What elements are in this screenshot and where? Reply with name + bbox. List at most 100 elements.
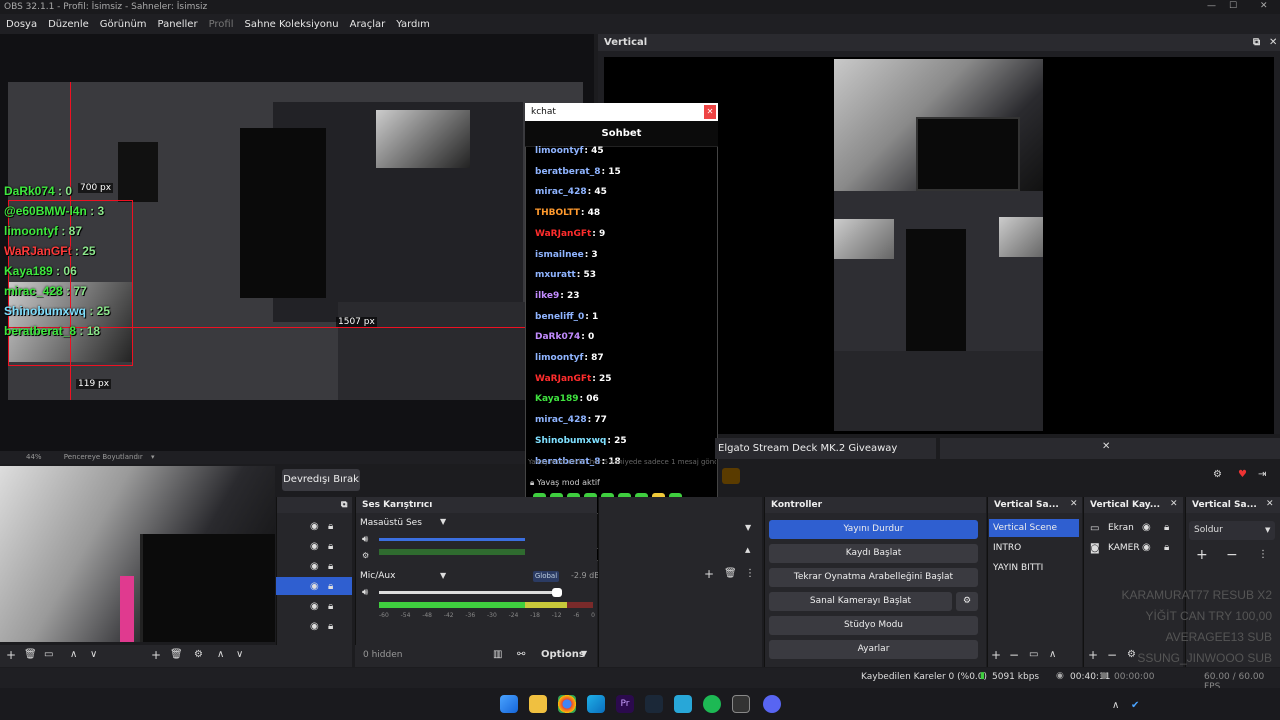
- speaker-icon[interactable]: 🔊︎: [362, 534, 368, 545]
- layout-icon[interactable]: ▥: [493, 649, 502, 660]
- float-icon[interactable]: ⧉: [1253, 34, 1260, 51]
- lock-icon[interactable]: 🔒︎: [328, 561, 333, 572]
- up-icon[interactable]: ∧: [217, 649, 224, 660]
- discord-icon[interactable]: [763, 695, 781, 713]
- stop-stream-button[interactable]: Yayını Durdur: [769, 520, 978, 539]
- close-icon[interactable]: ✕: [1102, 441, 1110, 452]
- chat-username[interactable]: limoontyf: [535, 353, 583, 363]
- menu-araclar[interactable]: Araçlar: [350, 19, 386, 30]
- start-replay-buffer-button[interactable]: Tekrar Oynatma Arabelleğini Başlat: [769, 568, 978, 587]
- transition-select[interactable]: Soldur ▼: [1189, 521, 1275, 540]
- gear-icon[interactable]: ⚙: [956, 592, 978, 611]
- scene-item[interactable]: YAYIN BITTI: [993, 563, 1043, 573]
- eye-icon[interactable]: ◉: [310, 621, 319, 632]
- chat-username[interactable]: WaRJanGFt: [535, 374, 591, 384]
- lock-icon[interactable]: 🔒︎: [1164, 542, 1169, 553]
- menu-gorunum[interactable]: Görünüm: [100, 19, 147, 30]
- studio-mode-button[interactable]: Stüdyo Modu: [769, 616, 978, 635]
- chat-username[interactable]: WaRJanGFt: [535, 229, 591, 239]
- down-icon[interactable]: ∨: [90, 649, 97, 660]
- eye-icon[interactable]: ◉: [310, 581, 319, 592]
- menu-paneller[interactable]: Paneller: [158, 19, 198, 30]
- menu-profil[interactable]: Profil: [209, 19, 234, 30]
- add-icon[interactable]: +: [704, 567, 714, 581]
- menu-yardim[interactable]: Yardım: [396, 19, 430, 30]
- eye-icon[interactable]: ◉: [310, 561, 319, 572]
- close-icon[interactable]: ✕: [1260, 1, 1268, 11]
- tray-chevron-icon[interactable]: ∧: [1112, 700, 1119, 711]
- more-icon[interactable]: ⋮: [745, 568, 755, 579]
- chat-username[interactable]: Kaya189: [535, 394, 579, 404]
- slider-handle[interactable]: [552, 588, 562, 597]
- chat-username[interactable]: ismailnee: [535, 250, 584, 260]
- obs-icon[interactable]: [732, 695, 750, 713]
- chat-username[interactable]: beneliff_0: [535, 312, 584, 322]
- filter-icon[interactable]: ▭: [1029, 649, 1038, 660]
- close-icon[interactable]: ✕: [704, 105, 716, 119]
- chrome-icon[interactable]: [558, 695, 576, 713]
- exit-icon[interactable]: ⇥: [1258, 469, 1266, 480]
- chat-username[interactable]: mirac_428: [535, 415, 587, 425]
- speaker-icon[interactable]: 🔊︎: [362, 587, 368, 598]
- scene-item[interactable]: INTRO: [993, 543, 1021, 553]
- hidden-count[interactable]: 0 hidden: [363, 650, 402, 660]
- chat-username[interactable]: mxuratt: [535, 270, 576, 280]
- trash-icon[interactable]: 🗑︎: [24, 649, 37, 660]
- close-icon[interactable]: ✕: [1269, 34, 1277, 51]
- eye-icon[interactable]: ◉: [1142, 542, 1151, 553]
- source-item[interactable]: KAMER: [1108, 543, 1140, 553]
- eye-icon[interactable]: ◉: [1142, 522, 1151, 533]
- up-icon[interactable]: ∧: [70, 649, 77, 660]
- file-explorer-icon[interactable]: [529, 695, 547, 713]
- zoom-level[interactable]: 44%: [26, 453, 42, 461]
- chat-username[interactable]: THBOLTT: [535, 208, 580, 218]
- streamdeck-icon[interactable]: [674, 695, 692, 713]
- chat-username[interactable]: ilke9: [535, 291, 559, 301]
- start-virtual-camera-button[interactable]: Sanal Kamerayı Başlat: [769, 592, 952, 611]
- add-icon[interactable]: +: [991, 648, 1001, 662]
- menu-sahne-koleksiyonu[interactable]: Sahne Koleksiyonu: [245, 19, 339, 30]
- source-item[interactable]: Ekran: [1108, 523, 1134, 533]
- trash-icon[interactable]: 🗑︎: [170, 649, 183, 660]
- giveaway-tab[interactable]: Elgato Stream Deck MK.2 Giveaway: [715, 438, 936, 459]
- float-icon[interactable]: ⧉: [341, 497, 347, 513]
- chevron-down-icon[interactable]: ▾: [151, 453, 155, 461]
- add-icon[interactable]: +: [151, 648, 161, 662]
- lock-icon[interactable]: 🔒︎: [328, 521, 333, 532]
- spin-up-icon[interactable]: ▲: [745, 546, 750, 554]
- start-recording-button[interactable]: Kaydı Başlat: [769, 544, 978, 563]
- add-icon[interactable]: +: [1196, 547, 1208, 563]
- up-icon[interactable]: ∧: [1049, 649, 1056, 660]
- chevron-down-icon[interactable]: ▼: [440, 517, 446, 526]
- fit-label[interactable]: Pencereye Boyutlandır: [64, 453, 143, 461]
- lock-icon[interactable]: 🔒︎: [328, 601, 333, 612]
- minimize-icon[interactable]: —: [1207, 1, 1216, 11]
- maximize-icon[interactable]: ☐: [1229, 1, 1237, 11]
- eye-icon[interactable]: ◉: [310, 521, 319, 532]
- close-icon[interactable]: ✕: [1070, 499, 1078, 509]
- more-icon[interactable]: ⋮: [1258, 549, 1268, 560]
- steam-icon[interactable]: [645, 695, 663, 713]
- close-icon[interactable]: ✕: [1170, 499, 1178, 509]
- remove-icon[interactable]: −: [1107, 648, 1117, 662]
- close-icon[interactable]: ✕: [1266, 499, 1274, 509]
- edge-icon[interactable]: [587, 695, 605, 713]
- menu-dosya[interactable]: Dosya: [6, 19, 37, 30]
- eye-icon[interactable]: ◉: [310, 601, 319, 612]
- chat-username[interactable]: beratberat_8: [535, 167, 600, 177]
- premiere-icon[interactable]: Pr: [616, 695, 634, 713]
- settings-icon[interactable]: ⚙: [362, 551, 369, 560]
- add-icon[interactable]: +: [1088, 648, 1098, 662]
- lock-icon[interactable]: 🔒︎: [328, 621, 333, 632]
- chat-username[interactable]: limoontyf: [535, 146, 583, 156]
- down-icon[interactable]: ∨: [236, 649, 243, 660]
- spotify-icon[interactable]: [703, 695, 721, 713]
- lock-icon[interactable]: 🔒︎: [328, 541, 333, 552]
- link-icon[interactable]: ⚯: [517, 649, 525, 660]
- transition-disable-button[interactable]: Devredışı Bırak: [282, 469, 360, 491]
- chevron-down-icon[interactable]: ▼: [581, 649, 587, 658]
- tray-app-icon[interactable]: ✔: [1131, 700, 1139, 711]
- remove-icon[interactable]: −: [1226, 547, 1238, 563]
- lock-icon[interactable]: 🔒︎: [328, 581, 333, 592]
- heart-icon[interactable]: ♥: [1238, 469, 1247, 480]
